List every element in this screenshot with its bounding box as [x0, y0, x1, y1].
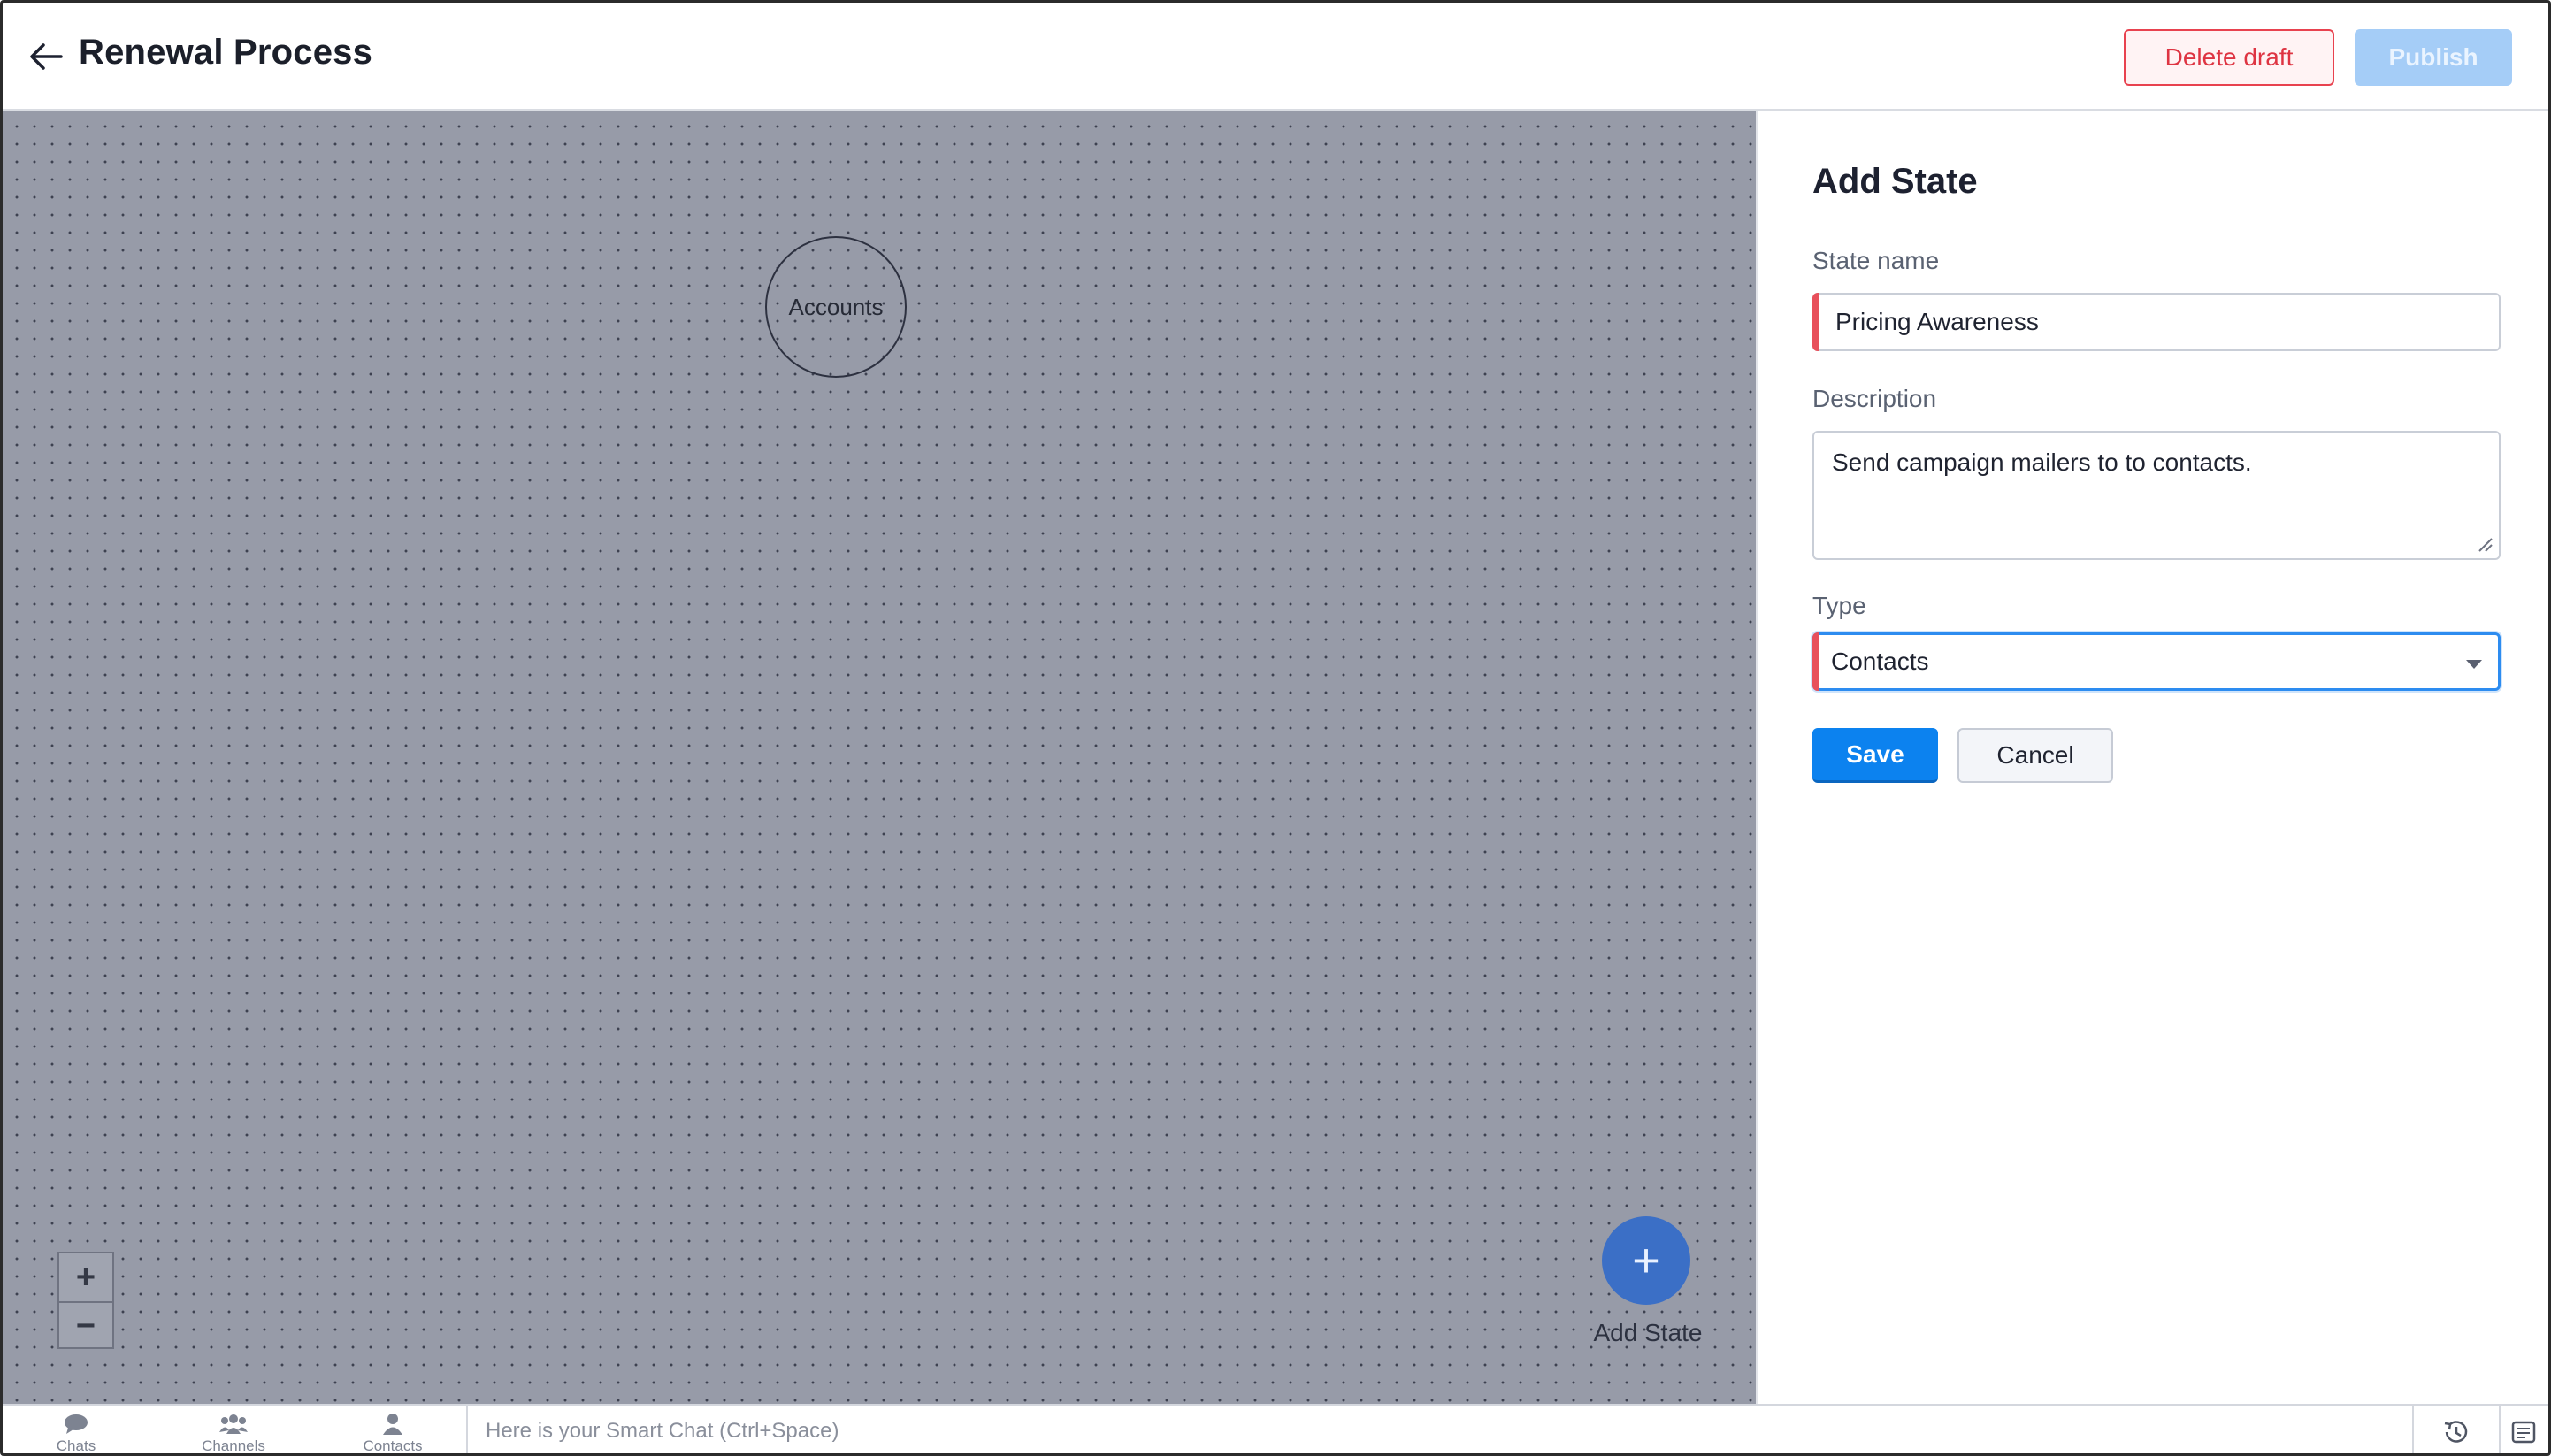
panel-title: Add State — [1812, 162, 1978, 201]
required-indicator — [1812, 632, 1819, 691]
back-arrow-icon[interactable] — [26, 36, 66, 77]
type-label: Type — [1812, 592, 1866, 619]
nav-contacts[interactable]: Contacts — [335, 1413, 450, 1454]
history-icon[interactable] — [2439, 1414, 2474, 1450]
required-indicator — [1812, 293, 1819, 351]
cancel-button[interactable]: Cancel — [1957, 728, 2113, 783]
add-state-panel: Add State State name Pricing Awareness D… — [1756, 111, 2548, 1404]
resize-handle-icon[interactable] — [2474, 533, 2494, 553]
page-title: Renewal Process — [79, 33, 373, 72]
person-icon — [383, 1414, 402, 1435]
bottom-bar: Chats Channels Contacts Here is your Sma… — [3, 1404, 2548, 1454]
nav-chats[interactable]: Chats — [19, 1413, 134, 1454]
nav-channels-label: Channels — [202, 1437, 265, 1454]
chat-bubble-icon — [65, 1414, 88, 1434]
add-state-label[interactable]: Add State — [1568, 1319, 1727, 1347]
nav-channels[interactable]: Channels — [176, 1413, 291, 1454]
smart-chat-placeholder: Here is your Smart Chat (Ctrl+Space) — [486, 1419, 839, 1443]
zoom-in-button[interactable]: + — [59, 1253, 112, 1301]
description-field[interactable]: Send campaign mailers to to contacts. — [1812, 431, 2501, 560]
state-node-accounts[interactable]: Accounts — [765, 236, 907, 378]
smart-chat-input[interactable]: Here is your Smart Chat (Ctrl+Space) — [466, 1406, 2412, 1453]
nav-chats-label: Chats — [56, 1437, 96, 1454]
description-value: Send campaign mailers to to contacts. — [1832, 448, 2252, 476]
process-canvas[interactable]: Accounts + − + Add State — [3, 111, 1756, 1404]
top-header: Renewal Process Delete draft Publish — [3, 3, 2548, 111]
zoom-controls: + − — [57, 1252, 114, 1349]
notes-icon[interactable] — [2508, 1414, 2540, 1450]
group-icon — [219, 1414, 248, 1434]
state-name-label: State name — [1812, 247, 1940, 274]
type-select[interactable]: Contacts — [1812, 632, 2501, 691]
publish-button[interactable]: Publish — [2355, 29, 2512, 86]
nav-contacts-label: Contacts — [363, 1437, 423, 1454]
state-name-field[interactable]: Pricing Awareness — [1812, 293, 2501, 351]
add-state-button[interactable]: + — [1602, 1216, 1690, 1305]
save-button[interactable]: Save — [1812, 728, 1938, 783]
delete-draft-button[interactable]: Delete draft — [2124, 29, 2334, 86]
app-window: Renewal Process Delete draft Publish Acc… — [0, 0, 2551, 1456]
divider — [2499, 1406, 2501, 1453]
type-value: Contacts — [1831, 648, 1929, 675]
chevron-down-icon — [2466, 660, 2482, 669]
description-label: Description — [1812, 385, 1937, 412]
zoom-out-button[interactable]: − — [59, 1301, 112, 1349]
divider — [2412, 1406, 2414, 1453]
state-name-value: Pricing Awareness — [1835, 308, 2039, 335]
